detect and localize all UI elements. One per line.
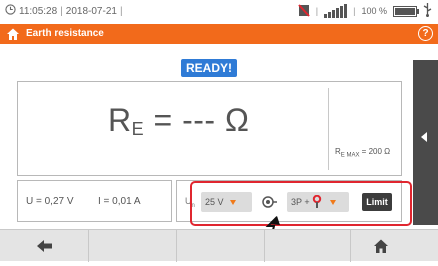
status-separator: |	[315, 6, 319, 16]
limit-subscript: E MAX	[340, 152, 360, 159]
signal-bars-icon	[324, 4, 348, 18]
screen-title: Earth resistance	[26, 28, 104, 39]
battery-percent: 100 %	[361, 6, 387, 16]
status-separator: |	[119, 5, 123, 17]
home-icon[interactable]	[6, 27, 20, 41]
help-button[interactable]: ?	[418, 26, 433, 41]
bottom-bar	[0, 229, 438, 262]
divider	[176, 230, 177, 262]
status-bar: 11:05:28 | 2018-07-21 | | | 100 %	[0, 0, 438, 24]
status-time: 11:05:28	[19, 5, 58, 17]
divider	[88, 230, 89, 262]
status-date: 2018-07-21	[65, 5, 117, 17]
chevron-left-icon	[421, 132, 427, 142]
result-formula: RE = --- Ω	[108, 102, 249, 140]
status-right: | | 100 %	[298, 3, 432, 19]
limit-readout: RE MAX = 200 Ω	[335, 147, 390, 159]
usb-icon	[423, 3, 432, 19]
highlight-outline	[190, 181, 412, 226]
back-button[interactable]	[36, 239, 54, 253]
divider	[264, 230, 265, 262]
divider	[328, 88, 329, 170]
limit-value: = 200 Ω	[359, 147, 391, 156]
no-sim-icon	[298, 3, 310, 19]
voltage-reading: U = 0,27 V	[26, 196, 74, 207]
readings-panel: U = 0,27 V I = 0,01 A	[17, 180, 172, 222]
divider	[350, 230, 351, 262]
result-panel: RE = --- Ω RE MAX = 200 Ω	[17, 81, 402, 176]
result-symbol: R	[108, 102, 132, 138]
clock-area: 11:05:28 | 2018-07-21 |	[5, 4, 123, 18]
clock-icon	[5, 4, 16, 18]
status-badge: READY!	[181, 59, 237, 77]
side-panel-tab[interactable]	[413, 60, 438, 225]
status-separator: |	[353, 6, 356, 16]
battery-icon	[393, 5, 419, 17]
result-subscript: E	[131, 119, 145, 139]
current-reading: I = 0,01 A	[98, 196, 141, 207]
title-bar: Earth resistance ?	[0, 24, 438, 44]
status-separator: |	[60, 5, 63, 17]
home-button[interactable]	[373, 238, 389, 254]
result-value: = --- Ω	[144, 102, 250, 138]
